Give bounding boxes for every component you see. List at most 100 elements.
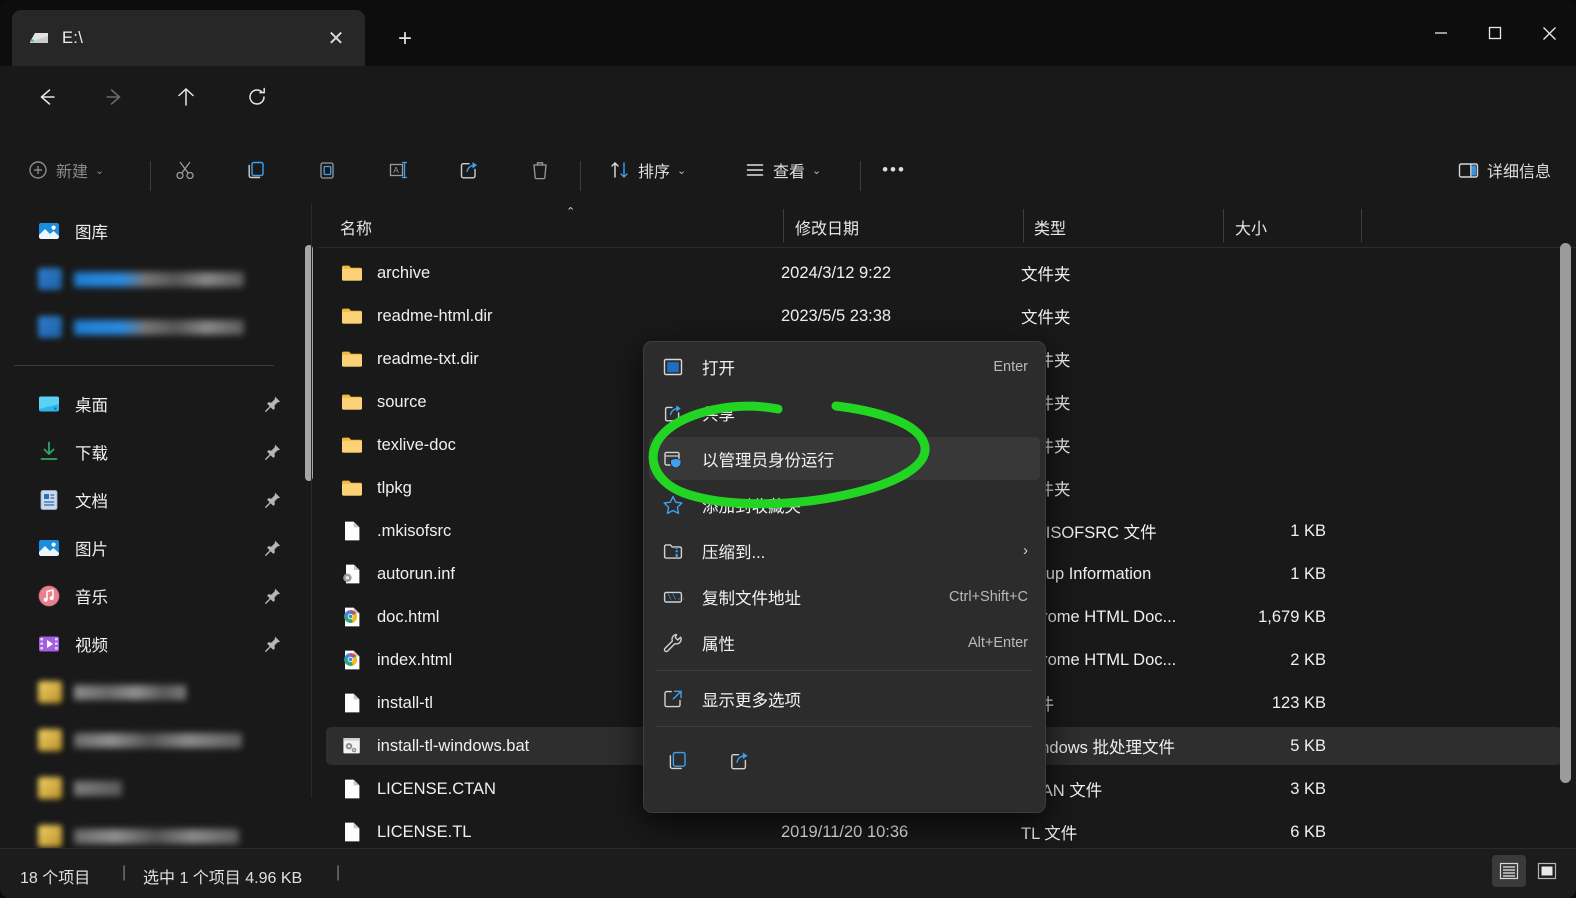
file-list-scrollbar[interactable] [1560,243,1571,783]
cell-date: 2023/5/5 23:38 [781,297,891,335]
menu-item-properties[interactable]: 属性 Alt+Enter [649,621,1040,664]
menu-item-add-to-favorites[interactable]: 添加到收藏夹 [649,483,1040,526]
cell-name: doc.html [340,598,439,636]
file-name: source [377,393,427,412]
pin-icon[interactable] [264,635,282,653]
menu-item-label: 打开 [702,355,981,379]
folder-icon [340,433,364,457]
close-window-icon[interactable] [1522,0,1576,66]
large-icons-view-button[interactable] [1530,855,1564,887]
sidebar-item-videos[interactable]: 视频 [28,620,290,668]
column-header-name[interactable]: 名称 [340,215,372,239]
sidebar-item-redacted-2[interactable] [38,303,300,351]
menu-item-show-more-options[interactable]: 显示更多选项 [649,677,1040,720]
svg-text:\\..: \\.. [667,593,684,602]
cell-size [1221,426,1326,464]
cell-name: readme-html.dir [340,297,493,335]
pane-divider[interactable] [311,203,312,798]
file-name: LICENSE.CTAN [377,780,496,799]
sidebar-item-redacted-6[interactable] [38,812,300,848]
refresh-button[interactable] [235,75,279,119]
more-button[interactable]: ••• [872,148,916,192]
close-tab-icon[interactable]: ✕ [321,23,351,53]
share-button[interactable] [447,148,491,192]
folder-icon [340,390,364,414]
sidebar-divider [14,365,274,366]
sidebar-item-documents[interactable]: 文档 [28,476,290,524]
sidebar-item-desktop[interactable]: 桌面 [28,380,290,428]
column-divider-3[interactable] [1223,209,1224,242]
navigation-pane[interactable]: 图库 桌面 下载 [0,203,300,848]
menu-item-open[interactable]: 打开 Enter [649,345,1040,388]
copy-button[interactable] [234,148,278,192]
pin-icon[interactable] [264,587,282,605]
cell-name: LICENSE.CTAN [340,770,496,808]
title-bar: E:\ ✕ + [0,0,1576,66]
share-icon[interactable] [718,739,760,781]
details-view-button[interactable] [1492,855,1526,887]
window-controls [1414,0,1576,66]
blurred-label [74,272,244,287]
sidebar-item-redacted-4[interactable] [38,716,300,764]
sidebar-item-music[interactable]: 音乐 [28,572,290,620]
menu-item-copy-path[interactable]: \\.. 复制文件地址 Ctrl+Shift+C [649,575,1040,618]
folder-icon [340,476,364,500]
pin-icon[interactable] [264,443,282,461]
table-row[interactable]: LICENSE.TL 2019/11/20 10:36 TL 文件 6 KB [326,813,1562,851]
pin-icon[interactable] [264,491,282,509]
column-header-size[interactable]: 大小 [1235,215,1267,239]
maximize-icon[interactable] [1468,0,1522,66]
table-row[interactable]: archive 2024/3/12 9:22 文件夹 [326,254,1562,292]
delete-button[interactable] [518,148,562,192]
sidebar-item-label: 视频 [75,632,264,656]
chevron-down-icon: ⌄ [677,164,686,177]
sort-button[interactable]: 排序 ⌄ [600,148,695,192]
rename-button[interactable]: A [376,148,420,192]
menu-item-share[interactable]: 共享 [649,391,1040,434]
forward-button [93,75,137,119]
table-row[interactable]: readme-html.dir 2023/5/5 23:38 文件夹 [326,297,1562,335]
copy-icon[interactable] [656,739,698,781]
command-bar: 新建 ⌄ A 排序 ⌄ 查看 ⌄ [0,137,1576,203]
sidebar-item-downloads[interactable]: 下载 [28,428,290,476]
cell-name: source [340,383,427,421]
sidebar-item-redacted-1[interactable] [38,255,300,303]
column-divider-1[interactable] [783,209,784,242]
cut-button[interactable] [163,148,207,192]
file-name: readme-html.dir [377,307,493,326]
cell-size [1221,297,1326,335]
blurred-folder-icon [38,729,62,751]
menu-icon-row [644,733,1045,787]
file-name: texlive-doc [377,436,456,455]
up-button[interactable] [164,75,208,119]
pin-icon[interactable] [264,395,282,413]
minimize-icon[interactable] [1414,0,1468,66]
details-pane-button[interactable]: 详细信息 [1448,148,1560,192]
share-icon [661,401,685,425]
sidebar-item-redacted-5[interactable] [38,764,300,812]
cell-size: 1 KB [1221,512,1326,550]
pin-icon[interactable] [264,539,282,557]
sidebar-item-label: 下载 [75,440,264,464]
view-button[interactable]: 查看 ⌄ [735,148,830,192]
context-menu[interactable]: 打开 Enter 共享 以管理员身份运行 添加到收藏夹 [643,341,1046,813]
new-tab-icon[interactable]: + [386,20,424,58]
more-options-icon [661,687,685,711]
menu-divider [656,670,1033,671]
back-button[interactable] [24,75,68,119]
sidebar-item-pictures[interactable]: 图片 [28,524,290,572]
file-name: index.html [377,651,452,670]
menu-item-compress-to[interactable]: 压缩到... › [649,529,1040,572]
file-icon [340,691,364,715]
paste-button[interactable] [305,148,349,192]
sidebar-item-gallery[interactable]: 图库 [28,207,290,255]
column-header-date[interactable]: 修改日期 [795,215,859,239]
column-divider-2[interactable] [1023,209,1024,242]
column-divider-4[interactable] [1361,209,1362,242]
menu-item-run-as-administrator[interactable]: 以管理员身份运行 [649,437,1040,480]
file-name: .mkisofsrc [377,522,451,541]
column-header-type[interactable]: 类型 [1034,215,1066,239]
tab-drive-e[interactable]: E:\ ✕ [12,10,365,66]
sidebar-item-redacted-3[interactable] [38,668,300,716]
cell-size: 1,679 KB [1221,598,1326,636]
